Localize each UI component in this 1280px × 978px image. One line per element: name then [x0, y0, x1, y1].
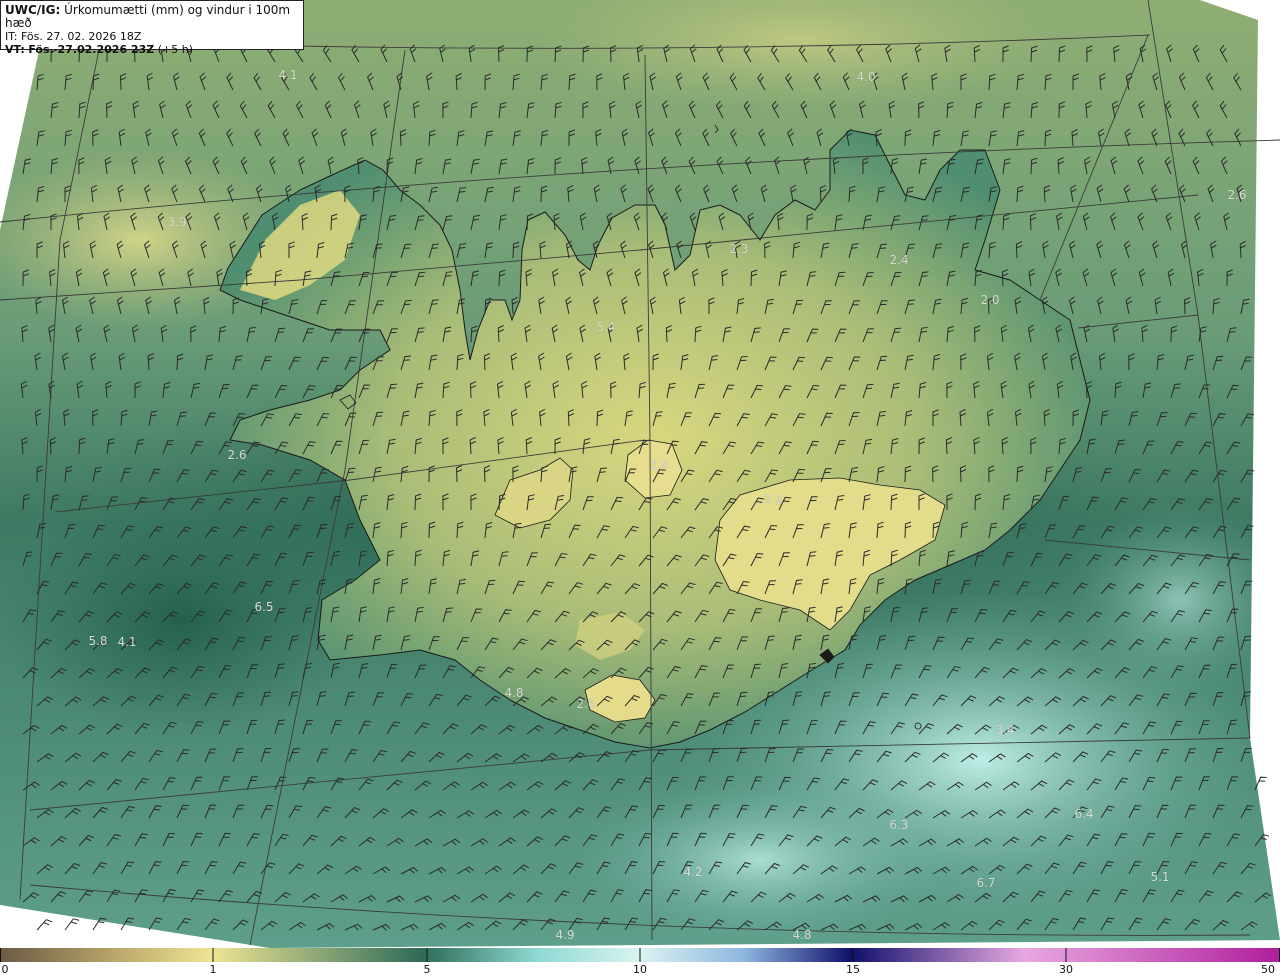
lead-time: (+5 h) [157, 43, 193, 56]
value-label-sw-sea-3: 4.1 [117, 635, 137, 649]
colorbar-tick-30: 30 [1059, 963, 1073, 976]
value-label-se-sea-1: 3.4 [995, 723, 1015, 737]
colorbar-tick-50: 50 [1261, 963, 1275, 976]
value-label-interior-1: 2.4 [649, 458, 669, 472]
product-label: UWC/IG: [5, 3, 61, 17]
colorbar-tick-1: 1 [209, 963, 217, 976]
map-figure: 4.1 4.0 3.9 2.6 2.3 2.4 2.0 5.4 2.6 2.4 3.3 6.5 5.8 4… [0, 0, 1280, 978]
colorbar-tick-0: 0 [1, 963, 9, 976]
value-label-se-sea-2: 6.3 [889, 818, 909, 832]
valid-time: Fös. 27.02.2026 23Z [28, 43, 155, 56]
value-label-s-sea-2: 4.8 [792, 928, 812, 942]
value-label-nw-sea: 4.1 [278, 68, 298, 82]
value-label-east: 2.0 [980, 293, 1000, 307]
value-label-snaefells: 2.6 [227, 448, 247, 462]
colorbar-tick-10: 10 [633, 963, 647, 976]
value-label-s-sea-3: 4.9 [555, 928, 575, 942]
value-label-se-sea-4: 6.7 [976, 876, 996, 890]
value-label-se-sea-3: 6.4 [1074, 807, 1094, 821]
init-time: IT: Fös. 27. 02. 2026 18Z [5, 30, 142, 43]
colorbar-tick-5: 5 [423, 963, 431, 976]
value-label-north-central: 5.4 [596, 320, 616, 334]
value-label-sw-sea-1: 6.5 [254, 600, 274, 614]
value-label-e-sea: 5.1 [1150, 870, 1170, 884]
value-label-vatnajokull: 3.3 [763, 493, 783, 507]
value-label-north-2: 2.4 [889, 253, 909, 267]
colorbar-tick-15: 15 [846, 963, 860, 976]
value-label-south-1: 4.8 [504, 686, 524, 700]
valid-prefix: VT: [5, 43, 25, 56]
value-label-north-1: 2.3 [729, 242, 749, 256]
value-label-sw-sea-2: 5.8 [88, 634, 108, 648]
value-label-south-2: 2.6 [576, 697, 596, 711]
value-label-s-sea-1: 4.2 [683, 865, 703, 879]
value-label-west-sea: 3.9 [167, 215, 187, 229]
map-header: UWC/IG: Úrkomumætti (mm) og vindur i 100… [0, 0, 304, 56]
precip-wind-map [0, 0, 1280, 962]
valid-time-line: VT: Fös. 27.02.2026 23Z (+5 h) [5, 43, 299, 56]
value-label-ne-sea: 2.6 [1227, 188, 1247, 202]
value-label-north-sea: 4.0 [856, 70, 876, 84]
header-title-line: UWC/IG: Úrkomumætti (mm) og vindur i 100… [5, 4, 299, 30]
